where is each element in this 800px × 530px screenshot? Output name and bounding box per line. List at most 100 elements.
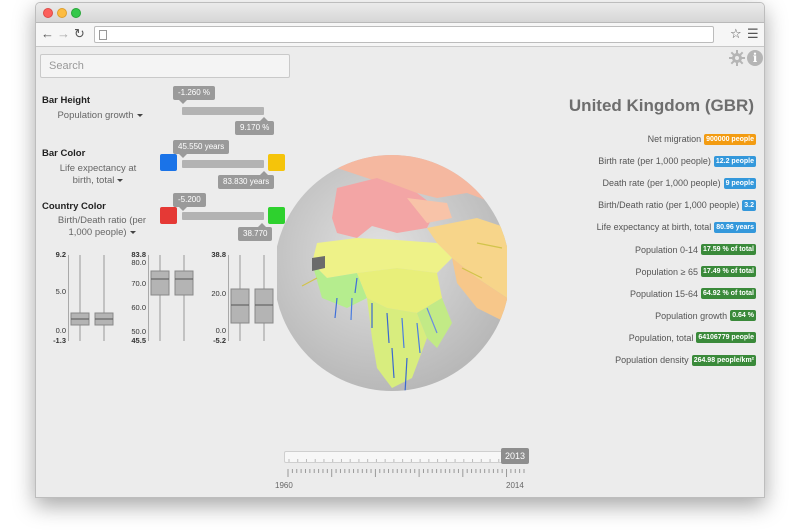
bar-color-max-value[interactable]: 83.830 years — [218, 171, 275, 189]
arrow-left-icon[interactable]: ← — [41, 26, 54, 42]
stat-row: Birth/Death ratio (per 1,000 people) 3.2 — [598, 199, 756, 211]
stat-label: Population growth — [655, 310, 728, 321]
year-slider-handle[interactable]: 2013 — [501, 448, 530, 464]
app-content: i Bar Height Population growth -1.260 % … — [36, 48, 764, 497]
stat-label: Birth/Death ratio (per 1,000 people) — [598, 200, 740, 211]
stat-value-badge: 3.2 — [742, 199, 756, 211]
stat-value-badge: 9 people — [723, 177, 756, 189]
bp1-bottom-label: -1.3 — [53, 336, 66, 345]
bp3-t2-label: 20.0 — [211, 289, 226, 298]
bp3-bottom-label: -5.2 — [213, 336, 226, 345]
bar-color-min-value[interactable]: 45.550 years — [173, 140, 230, 158]
stat-row: Death rate (per 1,000 people) 9 people — [603, 177, 756, 189]
stat-label: Population density — [615, 355, 689, 365]
country-color-min-value[interactable]: -5.200 — [173, 193, 206, 211]
stat-row: Life expectancy at birth, total 80.96 yea… — [597, 221, 756, 233]
stat-row: Population ≥ 65 17.49 % of total — [636, 266, 756, 278]
bp1-lowmid-label: 0.0 — [55, 326, 66, 335]
country-color-max-value[interactable]: 38.770 — [238, 223, 273, 241]
bp1-mid-label: 5.0 — [55, 287, 66, 296]
stat-value-badge: 900000 people — [704, 133, 756, 145]
address-bar[interactable] — [94, 26, 714, 43]
browser-toolbar: ← → ↻ ☆ ☰ — [36, 23, 764, 47]
bar-height-min-value[interactable]: -1.260 % — [173, 86, 216, 104]
chevron-down-icon — [117, 178, 124, 182]
bp2-t2-label: 80.0 — [131, 258, 146, 267]
stat-value-badge: 80.96 years — [714, 221, 756, 233]
country-color-boxplot: 38.8 20.0 0.0 -5.2 — [196, 250, 286, 353]
bar-color-select[interactable]: Life expectancy at birth, total — [50, 163, 146, 187]
minimize-window-button[interactable] — [57, 8, 67, 18]
bar-color-indicator-line1: Life expectancy at — [59, 163, 137, 174]
stat-row: Population 15-64 64.92 % of total — [630, 288, 756, 300]
country-title: United Kingdom (GBR) — [568, 96, 754, 115]
bp3-t3-label: 0.0 — [215, 326, 226, 335]
stat-value-badge: 0.64 % — [730, 310, 756, 322]
bar-color-min-swatch[interactable] — [160, 154, 177, 171]
stat-label: Net migration — [647, 134, 702, 144]
bp2-bottom-label: 45.5 — [131, 336, 146, 345]
globe-map[interactable] — [277, 148, 507, 398]
stat-label: Death rate (per 1,000 people) — [602, 178, 721, 189]
arrow-right-icon[interactable]: → — [57, 26, 70, 42]
timeline-ticks — [288, 459, 526, 462]
stat-row: Population 0-14 17.59 % of total — [635, 244, 756, 256]
close-window-button[interactable] — [43, 8, 53, 18]
search-input[interactable] — [40, 54, 290, 78]
stat-value-badge: 17.49 % of total — [701, 266, 756, 278]
year-timeline-slider[interactable] — [284, 451, 528, 463]
bar-height-indicator-text: Population growth — [57, 110, 134, 121]
stat-label: Population, total — [628, 332, 694, 343]
stat-value-badge: 64.92 % of total — [701, 288, 756, 300]
stat-value-badge: 264.98 people/km² — [691, 354, 756, 366]
stat-label: Population ≥ 65 — [635, 266, 699, 277]
page-icon — [99, 30, 107, 40]
bar-color-range-track[interactable] — [182, 160, 264, 168]
stat-label: Population 15-64 — [629, 288, 699, 299]
country-color-range-track[interactable] — [182, 212, 264, 220]
timeline-end-year: 2014 — [506, 481, 524, 490]
bp3-top-label: 38.8 — [211, 250, 226, 259]
bar-color-indicator-line2: birth, total — [72, 175, 115, 186]
reload-icon[interactable]: ↻ — [74, 26, 85, 42]
stat-label: Life expectancy at birth, total — [596, 222, 712, 233]
info-icon[interactable]: i — [747, 50, 763, 66]
gear-icon[interactable] — [729, 50, 745, 66]
bar-height-label: Bar Height — [42, 95, 91, 106]
stat-label: Population 0-14 — [634, 244, 699, 255]
bar-color-boxplot: 83.8 80.0 70.0 60.0 50.0 45.5 — [116, 250, 206, 353]
bp3-plot — [228, 255, 274, 341]
bp2-plot — [148, 255, 194, 341]
bar-color-label: Bar Color — [42, 148, 86, 159]
bp2-t5-label: 50.0 — [131, 327, 146, 336]
stat-row: Population growth 0.64 % — [655, 310, 756, 322]
bp1-top-label: 9.2 — [55, 250, 66, 259]
stat-row: Net migration 900000 people — [648, 133, 756, 145]
bp2-t3-label: 70.0 — [131, 279, 146, 288]
country-color-indicator-line2: 1,000 people) — [68, 227, 127, 238]
bar-height-range-track[interactable] — [182, 107, 264, 115]
country-color-select[interactable]: Birth/Death ratio (per 1,000 people) — [46, 215, 158, 239]
stat-label: Birth rate (per 1,000 people) — [598, 156, 711, 167]
chevron-down-icon — [129, 230, 136, 234]
stat-row: Population, total 64106779 people — [629, 332, 756, 344]
title-bar — [36, 3, 764, 23]
chevron-down-icon — [136, 113, 143, 117]
stat-value-badge: 64106779 people — [696, 332, 756, 344]
timeline-axis — [287, 469, 525, 477]
star-icon[interactable]: ☆ — [730, 26, 742, 42]
bp2-t4-label: 60.0 — [131, 303, 146, 312]
maximize-window-button[interactable] — [71, 8, 81, 18]
bar-height-boxplot: 9.2 5.0 0.0 -1.3 — [36, 250, 126, 353]
stat-row: Birth rate (per 1,000 people) 12.2 people — [598, 155, 756, 167]
bp1-plot — [68, 255, 114, 341]
bar-height-select[interactable]: Population growth — [50, 110, 150, 122]
bar-height-max-value[interactable]: 9.170 % — [235, 117, 275, 135]
country-color-indicator-line1: Birth/Death ratio (per — [57, 215, 147, 226]
hamburger-menu-icon[interactable]: ☰ — [747, 26, 759, 42]
country-color-min-swatch[interactable] — [160, 207, 177, 224]
browser-window: ← → ↻ ☆ ☰ i Bar Height Population growth… — [35, 2, 765, 498]
stat-value-badge: 17.59 % of total — [701, 244, 756, 255]
stat-row: Population density 264.98 people/km² — [615, 354, 756, 366]
country-color-label: Country Color — [42, 201, 106, 212]
